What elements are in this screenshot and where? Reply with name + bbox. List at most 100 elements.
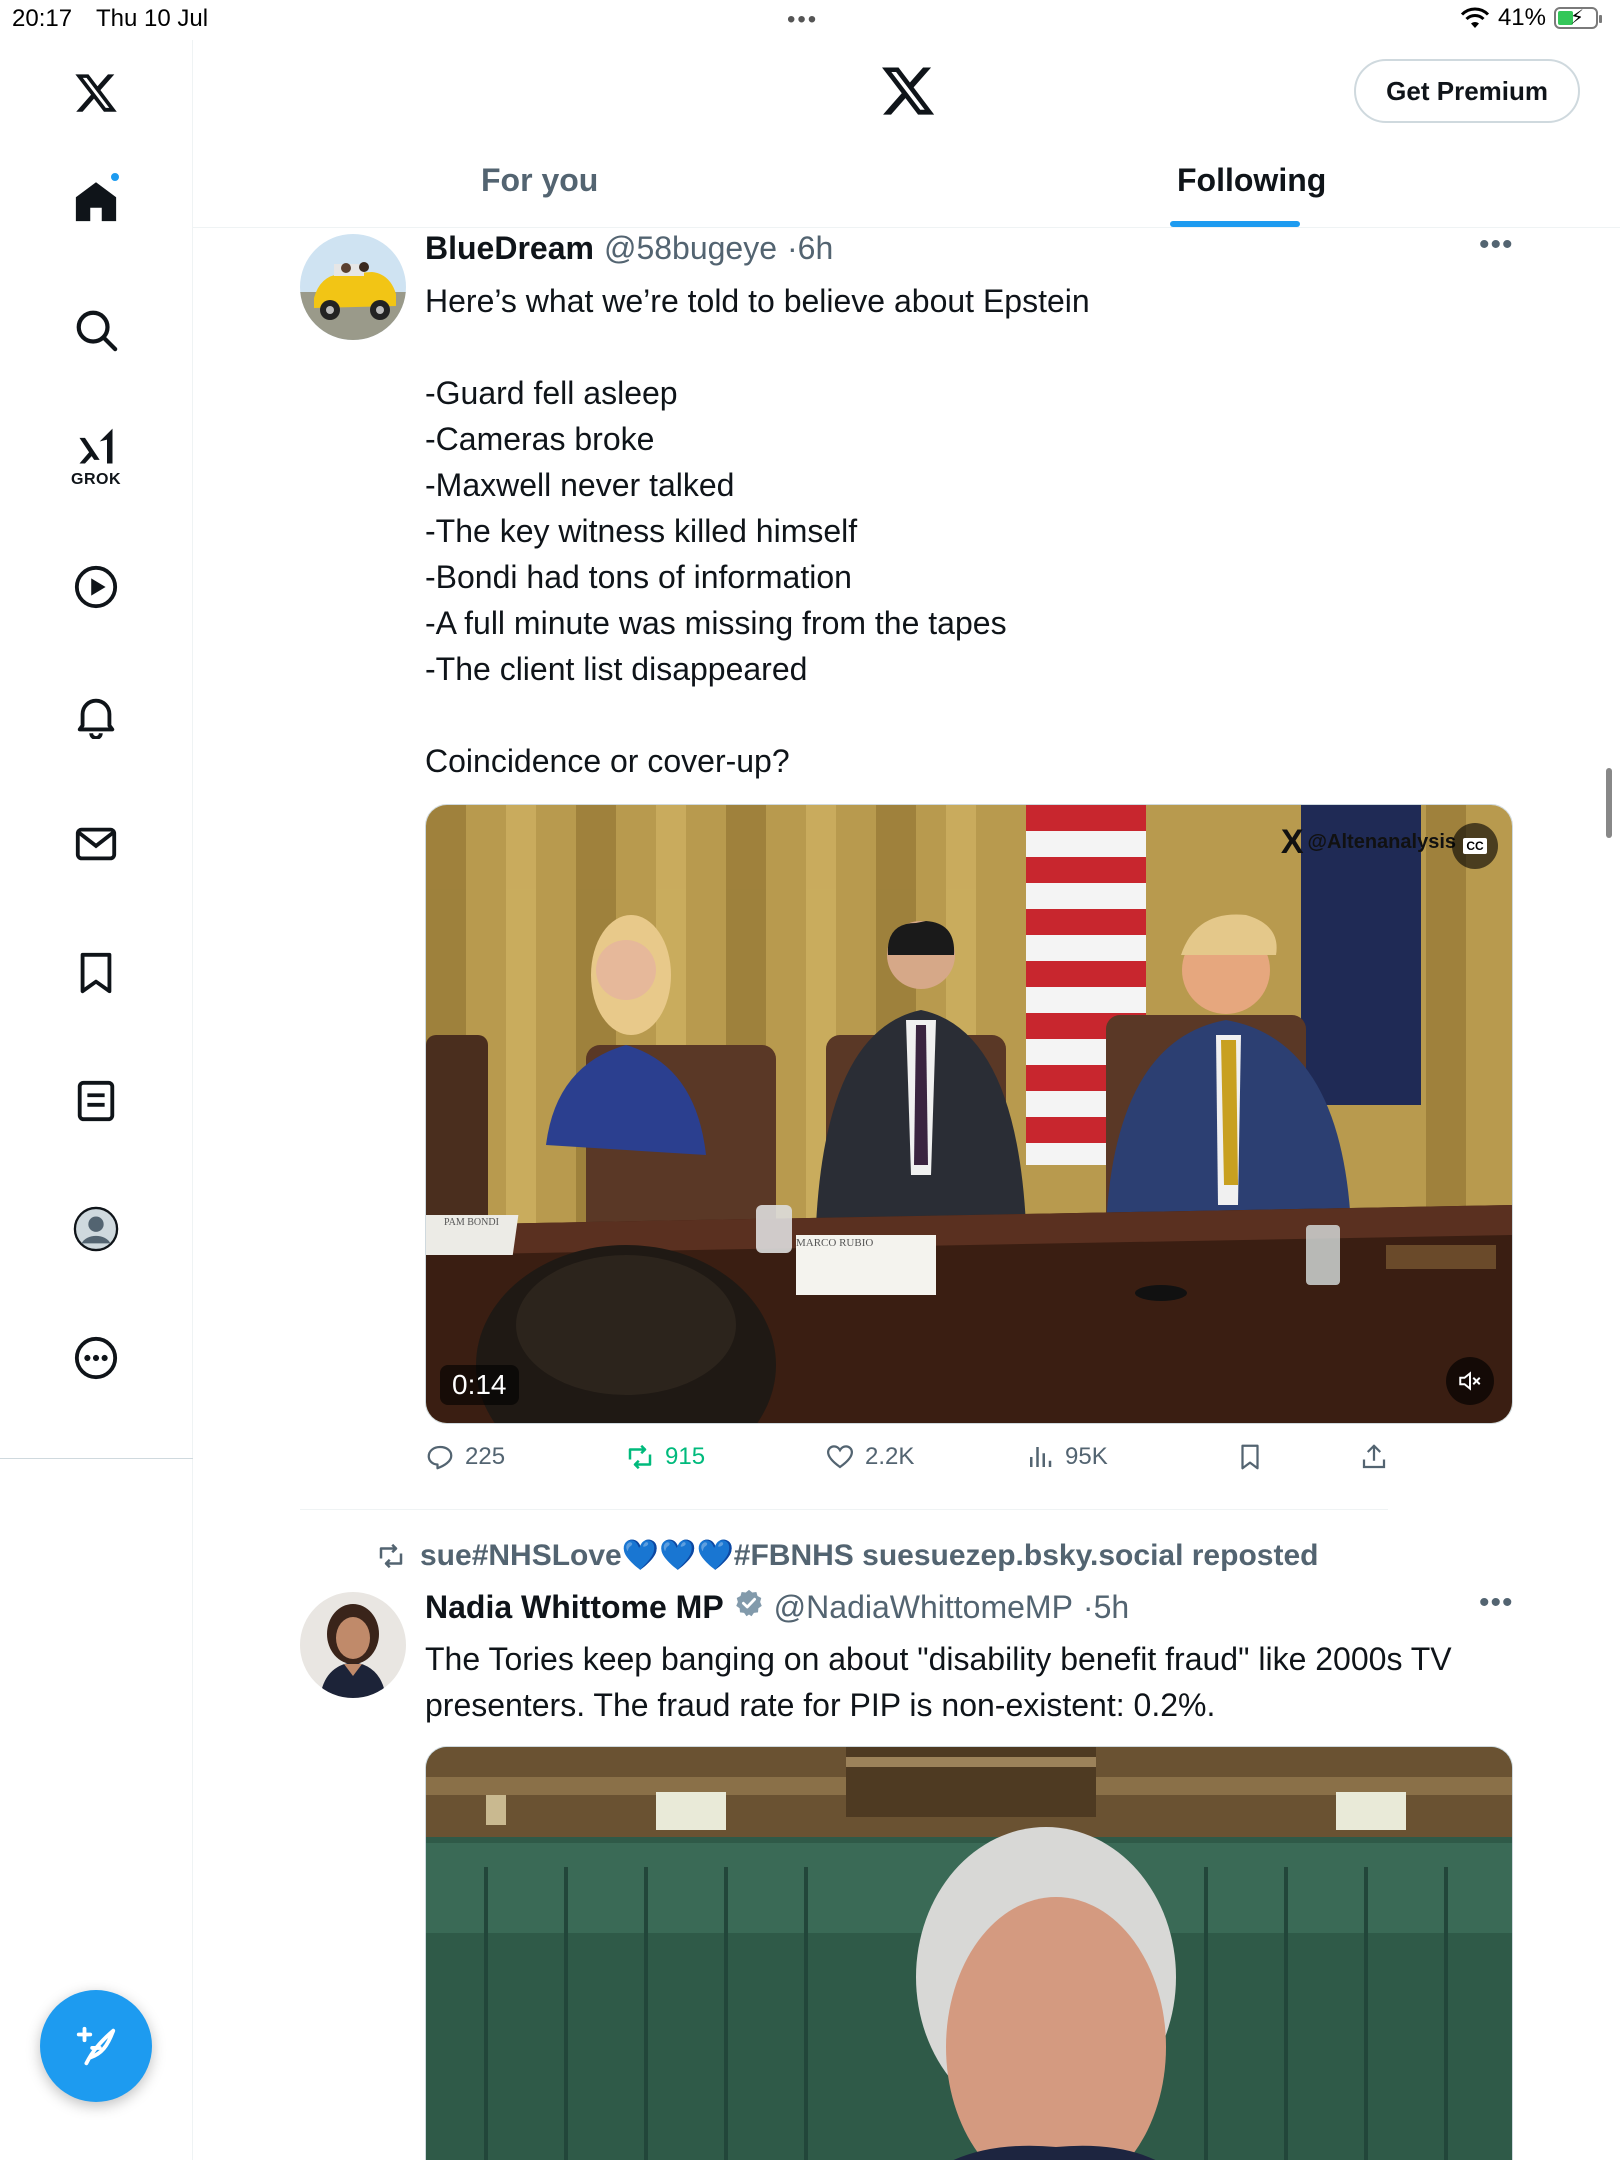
- tweet-actions: 225 915 2.2K 95K: [425, 1442, 1513, 1478]
- sidebar-divider: [0, 1458, 193, 1459]
- avatar[interactable]: [300, 1592, 406, 1698]
- active-tab-indicator: [1170, 221, 1300, 227]
- mail-icon: [75, 827, 117, 861]
- tweet-header: Nadia Whittome MP @NadiaWhittomeMP · 5h: [425, 1588, 1129, 1626]
- reply-icon: [427, 1445, 453, 1470]
- avatar-yellow-car-image: [300, 234, 406, 340]
- share-button[interactable]: [1359, 1442, 1389, 1472]
- author-handle[interactable]: @58bugeye: [604, 230, 777, 267]
- repost-count: 915: [665, 1443, 706, 1470]
- header-separator: ·: [1082, 1589, 1094, 1625]
- list-icon: [77, 1080, 115, 1122]
- avatar[interactable]: [300, 234, 406, 340]
- sidebar-item-notifications[interactable]: [63, 683, 129, 749]
- sidebar-item-messages[interactable]: [63, 811, 129, 877]
- play-icon: [74, 565, 118, 609]
- feather-plus-icon: [76, 2026, 116, 2066]
- tweet-more-icon[interactable]: •••: [1479, 228, 1514, 262]
- sidebar-item-lists[interactable]: [63, 1068, 129, 1134]
- status-bar: 20:17 Thu 10 Jul ••• 41% ⚡: [0, 0, 1620, 40]
- tweet-timestamp[interactable]: 6h: [798, 230, 834, 267]
- speaker-muted-icon: [1459, 1371, 1481, 1391]
- share-icon: [1362, 1444, 1386, 1469]
- header-separator: ·: [787, 230, 798, 266]
- placard-left-text: PAM BONDI: [444, 1217, 499, 1228]
- search-icon: [76, 310, 118, 352]
- tweet-header: BlueDream @58bugeye · 6h: [425, 230, 833, 267]
- grok-icon: [79, 428, 113, 464]
- captions-button[interactable]: CC: [1452, 823, 1498, 869]
- bookmark-icon: [80, 952, 112, 994]
- repost-icon: [379, 1543, 403, 1568]
- home-notification-dot: [109, 171, 121, 183]
- status-right: 41% ⚡: [1460, 4, 1602, 32]
- bookmark-icon: [1241, 1444, 1259, 1470]
- avatar-icon: [73, 1206, 119, 1252]
- video-frame-house-of-commons: [426, 1747, 1512, 2160]
- sidebar-item-explore[interactable]: [63, 297, 129, 363]
- sidebar-item-home[interactable]: [63, 169, 129, 235]
- tweet-text: Here’s what we’re told to believe about …: [425, 283, 1090, 779]
- bookmark-button[interactable]: [1235, 1442, 1265, 1472]
- x-logo[interactable]: [63, 60, 129, 126]
- sidebar-item-bookmarks[interactable]: [63, 940, 129, 1006]
- wifi-icon: [1460, 7, 1490, 28]
- view-count: 95K: [1065, 1443, 1108, 1470]
- app-window: 20:17 Thu 10 Jul ••• 41% ⚡ GROK Get Prem…: [0, 0, 1620, 2160]
- placard-right-text: MARCO RUBIO: [796, 1237, 874, 1249]
- author-name[interactable]: BlueDream: [425, 230, 594, 267]
- x-logo-icon: [75, 74, 117, 112]
- tweet-video[interactable]: [425, 1746, 1513, 2160]
- cc-icon: CC: [1463, 838, 1487, 854]
- reply-count: 225: [465, 1443, 506, 1470]
- charging-bolt-icon: ⚡: [1570, 7, 1585, 29]
- like-count: 2.2K: [865, 1443, 915, 1470]
- sidebar-item-profile[interactable]: [63, 1196, 129, 1262]
- home-icon: [75, 182, 117, 222]
- sidebar-item-grok[interactable]: GROK: [63, 425, 129, 495]
- sidebar: GROK: [0, 40, 193, 2160]
- multitasking-dots-icon[interactable]: •••: [787, 6, 818, 34]
- video-duration: 0:14: [440, 1365, 519, 1405]
- x-logo-icon: [882, 67, 935, 115]
- compose-post-button[interactable]: [40, 1990, 152, 2102]
- like-button[interactable]: 2.2K: [825, 1442, 914, 1472]
- avatar-portrait-image: [300, 1592, 406, 1698]
- tweet-video[interactable]: MARCO RUBIO PAM BONDI X @Altenanalysis C…: [425, 804, 1513, 1424]
- repost-button[interactable]: 915: [625, 1442, 705, 1472]
- reply-button[interactable]: 225: [425, 1442, 505, 1472]
- watermark-text: @Altenanalysis: [1307, 831, 1456, 853]
- timeline-header: Get Premium For you Following: [193, 40, 1620, 228]
- repost-icon: [628, 1444, 652, 1470]
- tweet-text: The Tories keep banging on about "disabi…: [425, 1641, 1452, 1723]
- views-button[interactable]: 95K: [1025, 1442, 1108, 1472]
- video-watermark: X @Altenanalysis: [1281, 823, 1456, 862]
- views-chart-icon: [1030, 1447, 1052, 1467]
- tweet-separator: [300, 1509, 1388, 1510]
- bell-icon: [77, 698, 115, 739]
- status-date: Thu 10 Jul: [96, 5, 209, 32]
- verified-badge-icon: [735, 1589, 762, 1617]
- tab-following[interactable]: Following: [1177, 162, 1326, 199]
- repost-context[interactable]: sue#NHSLove💙💙💙#FBNHS suesuezep.bsky.soci…: [376, 1538, 1318, 1573]
- tweet-more-icon[interactable]: •••: [1479, 1586, 1514, 1620]
- sidebar-item-videos[interactable]: [63, 554, 129, 620]
- battery-icon: ⚡: [1554, 7, 1602, 29]
- battery-percent: 41%: [1497, 4, 1546, 31]
- grok-label: GROK: [71, 471, 121, 488]
- tweet-timestamp[interactable]: 5h: [1094, 1589, 1130, 1626]
- author-name[interactable]: Nadia Whittome MP: [425, 1589, 724, 1626]
- heart-icon: [826, 1445, 854, 1469]
- status-time: 20:17: [12, 5, 73, 32]
- reposted-by-text: sue#NHSLove💙💙💙#FBNHS suesuezep.bsky.soci…: [420, 1539, 1319, 1572]
- timeline-feed: BlueDream @58bugeye · 6h ••• Here’s what…: [193, 228, 1620, 2160]
- video-frame-cabinet-meeting: [426, 805, 1512, 1423]
- get-premium-button[interactable]: Get Premium: [1354, 59, 1580, 123]
- more-icon: [74, 1336, 118, 1380]
- author-handle[interactable]: @NadiaWhittomeMP: [774, 1589, 1073, 1626]
- tab-for-you[interactable]: For you: [481, 162, 598, 199]
- watermark-x-icon: X: [1280, 823, 1304, 861]
- mute-button[interactable]: [1446, 1357, 1494, 1405]
- sidebar-item-more[interactable]: [63, 1325, 129, 1391]
- scrollbar-thumb[interactable]: [1606, 768, 1612, 838]
